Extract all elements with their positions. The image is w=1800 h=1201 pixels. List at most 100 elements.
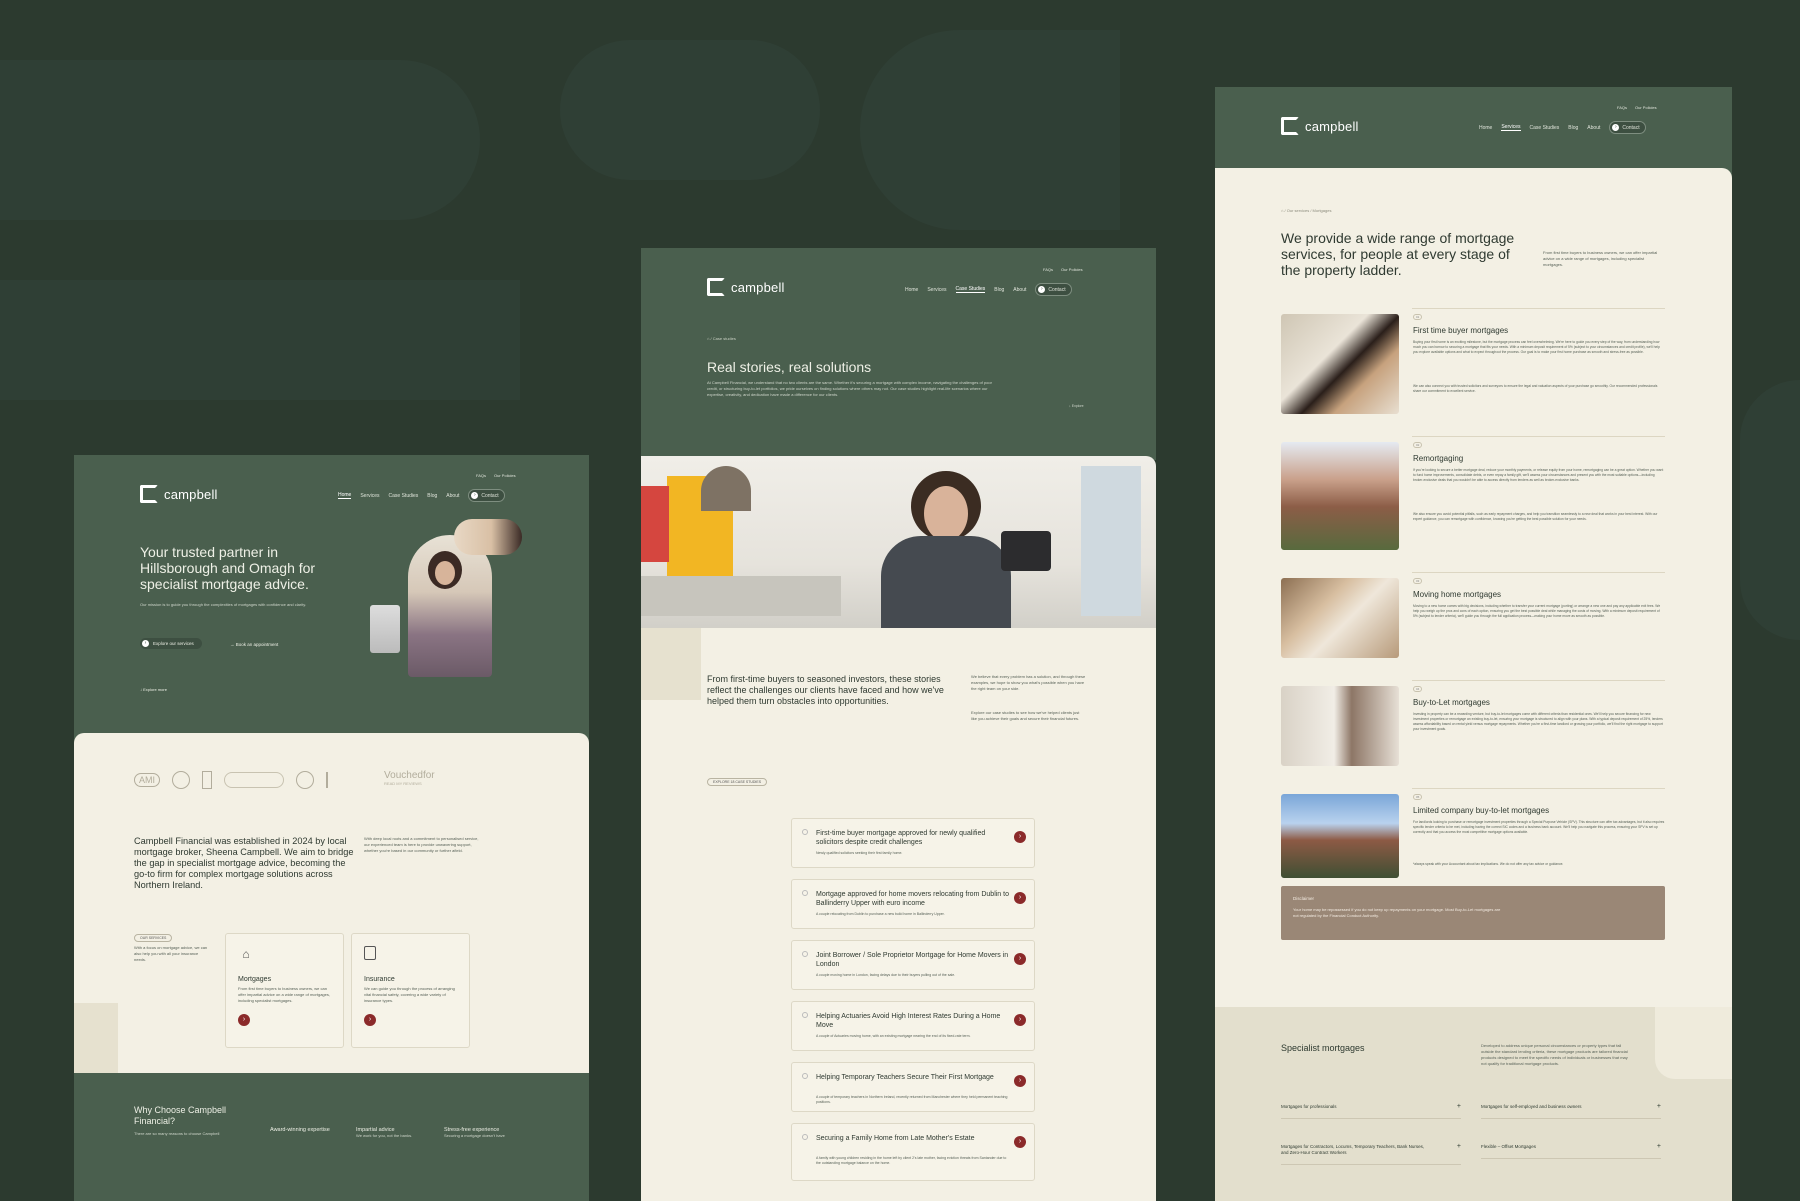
arrow-right-icon[interactable]: › — [1014, 1136, 1026, 1148]
faqs-link[interactable]: FAQs — [476, 473, 486, 478]
nav-blog[interactable]: Blog — [994, 287, 1004, 293]
plus-icon: + — [1656, 1143, 1661, 1150]
case-study-card[interactable]: Mortgage approved for home movers reloca… — [791, 879, 1035, 929]
faqs-link[interactable]: FAQs — [1043, 267, 1053, 272]
logo[interactable]: campbell — [1281, 117, 1359, 135]
nav-blog[interactable]: Blog — [427, 493, 437, 499]
home-icon[interactable]: ⌂ — [707, 336, 709, 341]
home-icon[interactable]: ⌂ — [1281, 208, 1283, 213]
hero-photo-small — [370, 605, 400, 653]
deco-shape — [74, 1003, 118, 1073]
nav-home[interactable]: Home — [905, 287, 918, 293]
about-text: With deep local roots and a commitment t… — [364, 836, 479, 853]
arrow-right-icon[interactable]: › — [1014, 892, 1026, 904]
award-logo — [202, 771, 213, 789]
case-text: A couple of temporary teachers in Northe… — [816, 1095, 1008, 1104]
accordion-item[interactable]: Flexible – Offset Mortgages + — [1481, 1143, 1661, 1159]
case-study-card[interactable]: Helping Temporary Teachers Secure Their … — [791, 1062, 1035, 1112]
nav-home[interactable]: Home — [1479, 125, 1492, 131]
why-text: There are so many reasons to choose Camp… — [134, 1131, 220, 1136]
logo-text: campbell — [164, 486, 218, 502]
insurance-card-text: We can guide you through the process of … — [364, 986, 455, 1003]
nav-links: Home Services Case Studies Blog About › C… — [1479, 121, 1646, 134]
arrow-right-icon[interactable]: › — [1014, 1014, 1026, 1026]
mortgage-title: Moving home mortgages — [1413, 590, 1502, 599]
case-count-badge: EXPLORE 18 CASE STUDIES — [707, 778, 768, 786]
arrow-right-icon[interactable]: › — [1014, 831, 1026, 843]
book-appointment-link[interactable]: → Book an appointment — [230, 642, 278, 647]
policies-link[interactable]: Our Policies — [1061, 267, 1083, 272]
why-item: Impartial advice We work for you, not th… — [356, 1127, 426, 1139]
arrow-right-icon[interactable]: › — [1014, 953, 1026, 965]
nav-home[interactable]: Home — [338, 492, 352, 499]
nav-services[interactable]: Services — [360, 493, 379, 499]
nav-about[interactable]: About — [446, 493, 459, 499]
bg-shape — [0, 280, 520, 400]
insurance-card[interactable]: Insurance We can guide you through the p… — [351, 933, 470, 1048]
accordion-item[interactable]: Mortgages for professionals + — [1281, 1103, 1461, 1119]
divider — [1412, 572, 1665, 573]
award-logo — [224, 772, 285, 788]
explore-more-link[interactable]: ↓ Explore more — [140, 687, 167, 692]
site-nav: campbell FAQs Our Policies Home Services… — [74, 455, 589, 515]
nav-about[interactable]: About — [1013, 287, 1026, 293]
contact-button[interactable]: › Contact — [1609, 121, 1646, 134]
mortgage-index: 04 — [1413, 686, 1423, 692]
nav-services[interactable]: Services — [1501, 124, 1521, 131]
case-study-card[interactable]: Securing a Family Home from Late Mother'… — [791, 1123, 1035, 1181]
mortgage-text: Moving to a new home comes with big deci… — [1413, 604, 1661, 618]
explore-services-button[interactable]: › Explore our services — [140, 638, 202, 649]
nav-blog[interactable]: Blog — [1568, 125, 1578, 131]
mortgages-card[interactable]: ⌂ Mortgages From first time buyers to bu… — [225, 933, 344, 1048]
mortgage-text-2: We also ensure you avoid potential pitfa… — [1413, 512, 1658, 521]
case-title: Mortgage approved for home movers reloca… — [816, 891, 1009, 907]
specialist-section: Specialist mortgages Developed to addres… — [1215, 1007, 1732, 1201]
logo-text: campbell — [1305, 118, 1359, 134]
policies-link[interactable]: Our Policies — [1635, 105, 1657, 110]
site-nav: campbell FAQs Our Policies Home Services… — [641, 248, 1156, 308]
arrow-right-icon: › — [1038, 286, 1046, 293]
award-logo — [326, 772, 372, 788]
case-study-card[interactable]: Helping Actuaries Avoid High Interest Ra… — [791, 1001, 1035, 1051]
policies-link[interactable]: Our Policies — [494, 473, 516, 478]
accordion-item[interactable]: Mortgages for Contractors, Locums, Tempo… — [1281, 1143, 1461, 1165]
nav-services[interactable]: Services — [927, 287, 946, 293]
mortgage-index: 02 — [1413, 442, 1423, 448]
contact-button[interactable]: › Contact — [1035, 283, 1072, 296]
contact-button[interactable]: › Contact — [468, 489, 505, 502]
nav-case-studies[interactable]: Case Studies — [1530, 125, 1560, 131]
arrow-right-icon: › — [1612, 124, 1620, 131]
nav-case-studies[interactable]: Case Studies — [955, 286, 986, 293]
arrow-right-icon[interactable]: › — [364, 1014, 376, 1026]
cases-side-1: We believe that every problem has a solu… — [971, 674, 1086, 691]
logo[interactable]: campbell — [140, 485, 218, 503]
case-title: Helping Actuaries Avoid High Interest Ra… — [816, 1013, 1001, 1029]
disclaimer-box: Disclaimer Your home may be repossessed … — [1281, 886, 1665, 940]
bg-shape — [1740, 380, 1800, 640]
plus-icon: + — [1656, 1103, 1661, 1110]
logo[interactable]: campbell — [707, 278, 785, 296]
top-links: FAQs Our Policies — [476, 473, 516, 478]
nav-about[interactable]: About — [1587, 125, 1600, 131]
nav-case-studies[interactable]: Case Studies — [389, 493, 419, 499]
faqs-link[interactable]: FAQs — [1617, 105, 1627, 110]
mortgages-card-text: From first time buyers to business owner… — [238, 986, 330, 1003]
specialist-title: Specialist mortgages — [1281, 1043, 1365, 1053]
case-study-card[interactable]: First-time buyer mortgage approved for n… — [791, 818, 1035, 868]
vouchedfor-sub: READ MY REVIEWS — [384, 781, 422, 786]
mortgage-index: 05 — [1413, 794, 1423, 800]
plus-icon: + — [1456, 1143, 1461, 1150]
arrow-right-icon[interactable]: › — [1014, 1075, 1026, 1087]
arrow-right-icon[interactable]: › — [238, 1014, 250, 1026]
accordion-item[interactable]: Mortgages for self-employed and business… — [1481, 1103, 1661, 1119]
mortgage-photo — [1281, 442, 1399, 550]
book-appointment-label: Book an appointment — [235, 642, 279, 647]
home-hero: campbell FAQs Our Policies Home Services… — [74, 455, 589, 755]
explore-link[interactable]: ↓ Explore — [1069, 404, 1084, 408]
breadcrumb-current: Our services / Mortgages — [1286, 208, 1332, 213]
why-item-title: Award-winning expertise — [270, 1127, 330, 1133]
hero-text: Our mission is to guide you through the … — [140, 602, 307, 607]
cases-content: From first-time buyers to seasoned inves… — [641, 628, 1156, 1201]
case-study-card[interactable]: Joint Borrower / Sole Proprietor Mortgag… — [791, 940, 1035, 990]
vouchedfor-logo: Vouchedfor READ MY REVIEWS — [384, 771, 435, 788]
